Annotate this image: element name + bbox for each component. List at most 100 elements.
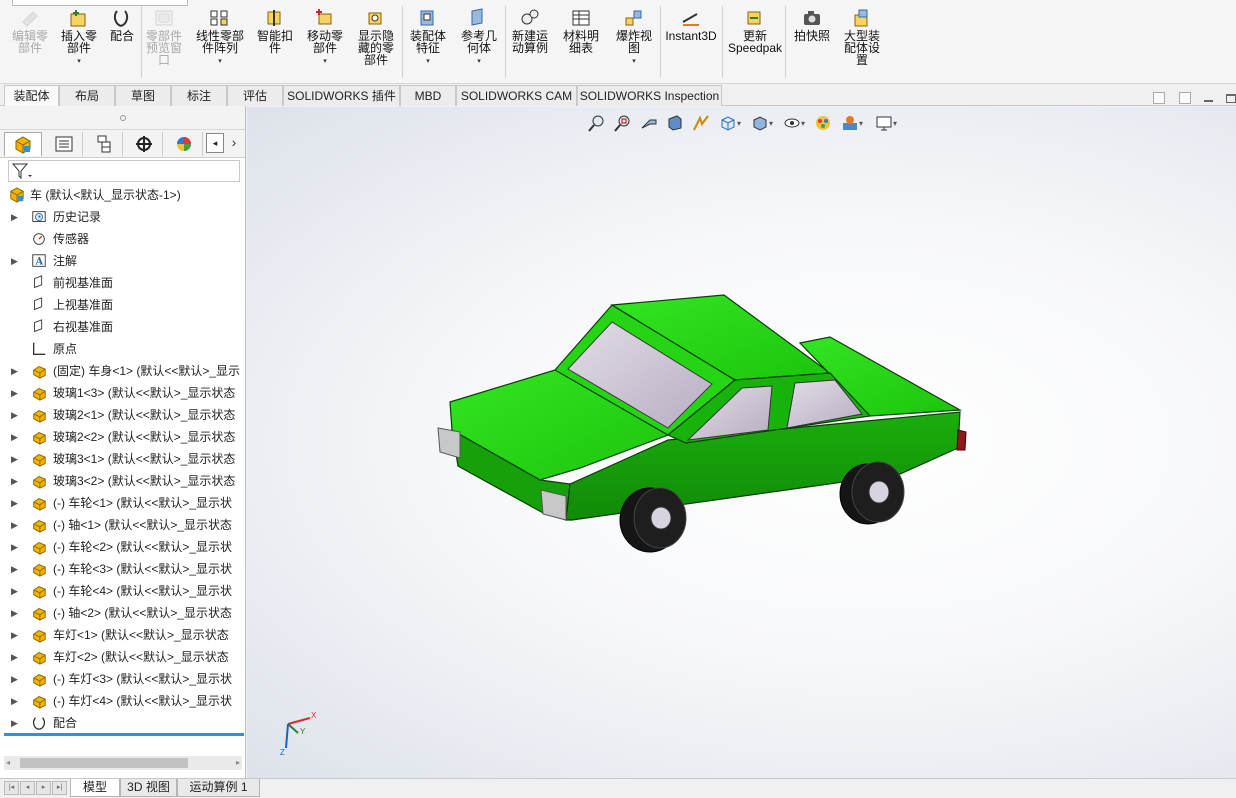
chevron-down-icon[interactable]: ▾ — [477, 56, 481, 68]
tree-item[interactable]: ▶ 历史记录 — [0, 206, 245, 228]
expand-arrow-icon[interactable]: ▶ — [11, 668, 18, 690]
tab-evaluate[interactable]: 评估 — [227, 85, 283, 106]
ribbon-button-instant3d[interactable]: Instant3D — [661, 4, 721, 80]
ribbon-button-show-hidden[interactable]: 显示隐 藏的零 部件 — [351, 4, 401, 80]
tree-item[interactable]: 上视基准面 — [0, 294, 245, 316]
expand-arrow-icon[interactable]: ▶ — [11, 426, 18, 448]
horizontal-scrollbar[interactable]: ◂ ▸ — [4, 756, 242, 770]
restore-icon[interactable] — [1226, 94, 1236, 103]
tree-item[interactable]: ▶ (-) 车轮<4> (默认<<默认>_显示状 — [0, 580, 245, 602]
tree-item[interactable]: ▶ 配合 — [0, 712, 245, 734]
expand-arrow-icon[interactable]: ▶ — [11, 448, 18, 470]
ribbon-button-edit-component[interactable]: 编辑零 部件 — [6, 4, 54, 80]
chevron-down-icon[interactable]: ▾ — [218, 56, 222, 68]
tree-item[interactable]: ▶ 车灯<2> (默认<<默认>_显示状态 — [0, 646, 245, 668]
tree-item[interactable]: 右视基准面 — [0, 316, 245, 338]
ribbon-button-smart-fasteners[interactable]: 智能扣 件 — [252, 4, 298, 80]
tree-item[interactable]: ▶ (-) 车灯<3> (默认<<默认>_显示状 — [0, 668, 245, 690]
tree-filter-input[interactable] — [8, 160, 240, 182]
tab-motion-study-1[interactable]: 运动算例 1 — [177, 779, 260, 797]
tab-property-manager[interactable] — [45, 132, 83, 156]
expand-arrow-icon[interactable]: ▶ — [11, 646, 18, 668]
chevron-down-icon[interactable]: ▾ — [632, 56, 636, 68]
scroll-left-icon[interactable]: ◂ — [6, 758, 10, 767]
expand-arrow-icon[interactable]: ▶ — [11, 558, 18, 580]
expand-arrow-icon[interactable]: ▶ — [11, 690, 18, 712]
tabs-scroll-left-icon[interactable]: ◂ — [206, 133, 224, 153]
tabs-scroll-right-icon[interactable]: › — [226, 133, 242, 153]
tree-item[interactable]: ▶ 玻璃3<2> (默认<<默认>_显示状态 — [0, 470, 245, 492]
tree-item[interactable]: ▶ (-) 车轮<3> (默认<<默认>_显示状 — [0, 558, 245, 580]
graphics-viewport[interactable]: ▾ ▾ ▾ ▾ ▾ X Y Z — [247, 107, 1236, 778]
expand-arrow-icon[interactable]: ▶ — [11, 580, 18, 602]
tab-solidworks-cam[interactable]: SOLIDWORKS CAM — [456, 85, 577, 106]
tab-assembly[interactable]: 装配体 — [4, 85, 59, 106]
minimize-icon[interactable] — [1204, 100, 1213, 102]
tree-item[interactable]: ▶ 车灯<1> (默认<<默认>_显示状态 — [0, 624, 245, 646]
tab-solidworks-inspection[interactable]: SOLIDWORKS Inspection — [577, 85, 722, 106]
tree-item[interactable]: 原点 — [0, 338, 245, 360]
tab-layout[interactable]: 布局 — [59, 85, 115, 106]
panel-right-icon[interactable] — [1179, 92, 1191, 104]
tree-item[interactable]: ▶ (-) 轴<2> (默认<<默认>_显示状态 — [0, 602, 245, 624]
last-tab-icon[interactable]: ▸| — [52, 781, 67, 795]
front-wheel[interactable] — [619, 487, 687, 553]
tab-sketch[interactable]: 草图 — [115, 85, 171, 106]
ribbon-button-component-preview[interactable]: 零部件 预览窗 口 — [138, 4, 190, 80]
ribbon-button-bom[interactable]: 材料明 细表 — [557, 4, 605, 80]
tree-item[interactable]: ▶ (-) 轴<1> (默认<<默认>_显示状态 — [0, 514, 245, 536]
next-tab-icon[interactable]: ▸ — [36, 781, 51, 795]
tab-display-manager[interactable] — [165, 132, 203, 156]
car-assembly-model[interactable] — [247, 107, 1236, 778]
chevron-down-icon[interactable]: ▾ — [426, 56, 430, 68]
tab-solidworks-addins[interactable]: SOLIDWORKS 插件 — [283, 85, 400, 106]
expand-arrow-icon[interactable]: ▶ — [11, 470, 18, 492]
expand-arrow-icon[interactable]: ▶ — [11, 382, 18, 404]
ribbon-button-speedpak[interactable]: 更新 Speedpak — [726, 4, 784, 80]
tree-rollback-bar[interactable] — [4, 733, 244, 736]
ribbon-button-move-component[interactable]: 移动零 部件 ▾ — [300, 4, 350, 80]
tree-item[interactable]: ▶ (-) 车轮<1> (默认<<默认>_显示状 — [0, 492, 245, 514]
expand-arrow-icon[interactable]: ▶ — [11, 712, 18, 734]
ribbon-button-linear-pattern[interactable]: 线性零部 件阵列 ▾ — [191, 4, 249, 80]
ribbon-button-insert-components[interactable]: 插入零 部件 ▾ — [55, 4, 103, 80]
tree-item[interactable]: ▶ A 注解 — [0, 250, 245, 272]
tab-dimxpert-manager[interactable] — [125, 132, 163, 156]
expand-arrow-icon[interactable]: ▶ — [11, 492, 18, 514]
tree-item[interactable]: ▶ 玻璃1<3> (默认<<默认>_显示状态 — [0, 382, 245, 404]
tab-model[interactable]: 模型 — [70, 779, 120, 797]
tab-configuration-manager[interactable] — [85, 132, 123, 156]
first-tab-icon[interactable]: |◂ — [4, 781, 19, 795]
ribbon-button-mate[interactable]: 配合 — [104, 4, 140, 80]
panel-grip[interactable] — [0, 106, 245, 130]
tree-item[interactable]: ▶ (-) 车轮<2> (默认<<默认>_显示状 — [0, 536, 245, 558]
tree-item[interactable]: ▶ 玻璃2<1> (默认<<默认>_显示状态 — [0, 404, 245, 426]
tree-item[interactable]: ▶ 玻璃2<2> (默认<<默认>_显示状态 — [0, 426, 245, 448]
tree-root-item[interactable]: 车 (默认<默认_显示状态-1>) — [0, 184, 245, 206]
ribbon-button-large-assembly[interactable]: 大型装 配体设 置 — [836, 4, 888, 80]
panel-left-icon[interactable] — [1153, 92, 1165, 104]
ribbon-button-motion-study[interactable]: 新建运 动算例 — [504, 4, 556, 80]
scrollbar-thumb[interactable] — [20, 758, 188, 768]
rear-wheel[interactable] — [839, 461, 905, 525]
expand-arrow-icon[interactable]: ▶ — [11, 206, 18, 228]
tree-item[interactable]: ▶ (固定) 车身<1> (默认<<默认>_显示 — [0, 360, 245, 382]
ribbon-button-snapshot[interactable]: 拍快照 — [788, 4, 836, 80]
tab-3d-views[interactable]: 3D 视图 — [120, 779, 177, 797]
tree-item[interactable]: 前视基准面 — [0, 272, 245, 294]
tab-markup[interactable]: 标注 — [171, 85, 227, 106]
tree-item[interactable]: ▶ (-) 车灯<4> (默认<<默认>_显示状 — [0, 690, 245, 712]
chevron-down-icon[interactable]: ▾ — [77, 56, 81, 68]
expand-arrow-icon[interactable]: ▶ — [11, 250, 18, 272]
ribbon-button-assembly-features[interactable]: 装配体 特征 ▾ — [403, 4, 453, 80]
prev-tab-icon[interactable]: ◂ — [20, 781, 35, 795]
expand-arrow-icon[interactable]: ▶ — [11, 514, 18, 536]
expand-arrow-icon[interactable]: ▶ — [11, 536, 18, 558]
tab-mbd[interactable]: MBD — [400, 85, 456, 106]
expand-arrow-icon[interactable]: ▶ — [11, 624, 18, 646]
expand-arrow-icon[interactable]: ▶ — [11, 360, 18, 382]
scroll-right-icon[interactable]: ▸ — [236, 758, 240, 767]
tab-feature-manager[interactable] — [4, 132, 42, 156]
chevron-down-icon[interactable]: ▾ — [323, 56, 327, 68]
ribbon-button-exploded-view[interactable]: 爆炸视 图 ▾ — [609, 4, 659, 80]
